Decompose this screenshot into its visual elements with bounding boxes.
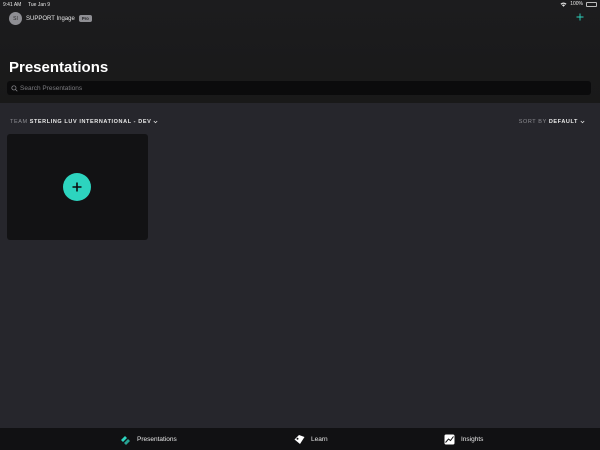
tab-label: Insights — [461, 435, 484, 443]
team-filter[interactable]: TEAM STERLING LUV INTERNATIONAL - DEV — [10, 119, 158, 125]
header: 9:41 AM Tue Jan 9 100% SI SUPPORT Ingage… — [0, 0, 600, 103]
account-row[interactable]: SI SUPPORT Ingage Pro — [9, 12, 92, 25]
tab-bar: Presentations Learn Insights — [0, 428, 600, 450]
status-bar: 9:41 AM Tue Jan 9 100% — [0, 0, 600, 9]
tab-learn[interactable]: Learn — [294, 428, 328, 450]
tab-label: Presentations — [137, 435, 177, 443]
chevron-down-icon — [153, 120, 158, 124]
battery-percent: 100% — [570, 1, 583, 7]
battery-icon — [586, 1, 597, 7]
pro-badge: Pro — [78, 15, 92, 22]
learn-icon — [294, 434, 305, 444]
avatar[interactable]: SI — [9, 12, 22, 25]
search-bar[interactable] — [7, 81, 591, 95]
new-presentation-card[interactable] — [7, 134, 148, 240]
insights-icon — [444, 434, 455, 444]
status-indicators: 100% — [560, 1, 597, 7]
status-time: 9:41 AM — [3, 1, 22, 8]
presentations-icon — [121, 435, 130, 445]
filter-row: TEAM STERLING LUV INTERNATIONAL - DEV SO… — [10, 119, 585, 127]
search-input[interactable] — [20, 84, 560, 92]
tab-insights[interactable]: Insights — [444, 428, 483, 450]
sort-filter[interactable]: SORT BY DEFAULT — [519, 119, 585, 125]
page-title: Presentations — [9, 59, 109, 76]
status-date: Tue Jan 9 — [28, 1, 51, 8]
search-icon — [11, 84, 18, 92]
chevron-down-icon — [580, 120, 585, 124]
tab-label: Learn — [311, 435, 328, 443]
account-name: SUPPORT Ingage — [26, 15, 75, 22]
team-value[interactable]: STERLING LUV INTERNATIONAL - DEV — [30, 119, 152, 125]
add-presentation-button[interactable] — [574, 11, 586, 23]
wifi-icon — [560, 1, 567, 7]
sort-label: SORT BY — [518, 119, 547, 125]
team-label: TEAM — [10, 119, 28, 125]
plus-icon — [72, 182, 82, 192]
new-presentation-button[interactable] — [63, 173, 91, 201]
plus-icon — [576, 13, 584, 21]
sort-value[interactable]: DEFAULT — [549, 119, 578, 125]
tab-presentations[interactable]: Presentations — [120, 428, 177, 450]
